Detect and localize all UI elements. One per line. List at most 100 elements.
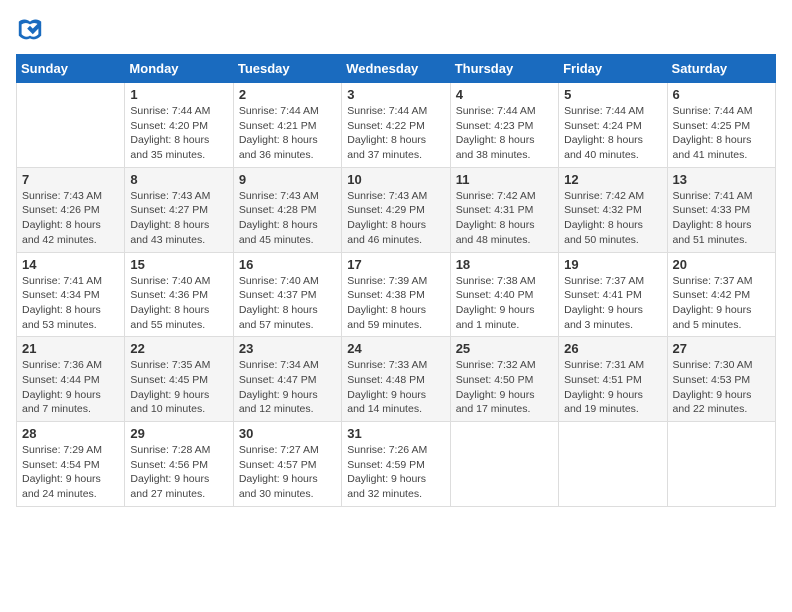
cell-content: Sunrise: 7:40 AMSunset: 4:37 PMDaylight:… bbox=[239, 274, 336, 333]
calendar-cell: 5Sunrise: 7:44 AMSunset: 4:24 PMDaylight… bbox=[559, 83, 667, 168]
calendar-cell bbox=[17, 83, 125, 168]
cell-content: Sunrise: 7:27 AMSunset: 4:57 PMDaylight:… bbox=[239, 443, 336, 502]
weekday-header-tuesday: Tuesday bbox=[233, 55, 341, 83]
day-number: 24 bbox=[347, 341, 444, 356]
day-number: 3 bbox=[347, 87, 444, 102]
cell-content: Sunrise: 7:43 AMSunset: 4:27 PMDaylight:… bbox=[130, 189, 227, 248]
calendar-cell: 27 Sunrise: 7:30 AMSunset: 4:53 PMDayligh… bbox=[667, 337, 775, 422]
day-number: 10 bbox=[347, 172, 444, 187]
day-number: 27 bbox=[673, 341, 770, 356]
calendar-cell: 12 Sunrise: 7:42 AMSunset: 4:32 PMDayligh… bbox=[559, 167, 667, 252]
calendar-cell: 1 Sunrise: 7:44 AMSunset: 4:20 PMDaylight… bbox=[125, 83, 233, 168]
day-number: 16 bbox=[239, 257, 336, 272]
day-number: 30 bbox=[239, 426, 336, 441]
calendar-cell: 19 Sunrise: 7:37 AMSunset: 4:41 PMDayligh… bbox=[559, 252, 667, 337]
day-number: 2 bbox=[239, 87, 336, 102]
calendar-cell: 10 Sunrise: 7:43 AMSunset: 4:29 PMDayligh… bbox=[342, 167, 450, 252]
cell-content: Sunrise: 7:31 AMSunset: 4:51 PMDaylight:… bbox=[564, 358, 661, 417]
calendar-cell: 28 Sunrise: 7:29 AMSunset: 4:54 PMDayligh… bbox=[17, 422, 125, 507]
week-row-1: 1 Sunrise: 7:44 AMSunset: 4:20 PMDaylight… bbox=[17, 83, 776, 168]
calendar-cell: 2 Sunrise: 7:44 AMSunset: 4:21 PMDaylight… bbox=[233, 83, 341, 168]
cell-content: Sunrise: 7:41 AMSunset: 4:34 PMDaylight:… bbox=[22, 274, 119, 333]
cell-content: Sunrise: 7:43 AMSunset: 4:28 PMDaylight:… bbox=[239, 189, 336, 248]
weekday-header-sunday: Sunday bbox=[17, 55, 125, 83]
weekday-header-friday: Friday bbox=[559, 55, 667, 83]
cell-content: Sunrise: 7:32 AMSunset: 4:50 PMDaylight:… bbox=[456, 358, 553, 417]
day-number: 11 bbox=[456, 172, 553, 187]
cell-content: Sunrise: 7:44 AMSunset: 4:21 PMDaylight:… bbox=[239, 104, 336, 163]
cell-content: Sunrise: 7:30 AMSunset: 4:53 PMDaylight:… bbox=[673, 358, 770, 417]
cell-content: Sunrise: 7:44 AMSunset: 4:24 PMDaylight:… bbox=[564, 104, 661, 163]
calendar: SundayMondayTuesdayWednesdayThursdayFrid… bbox=[16, 54, 776, 507]
cell-content: Sunrise: 7:35 AMSunset: 4:45 PMDaylight:… bbox=[130, 358, 227, 417]
day-number: 20 bbox=[673, 257, 770, 272]
calendar-cell: 22 Sunrise: 7:35 AMSunset: 4:45 PMDayligh… bbox=[125, 337, 233, 422]
logo-icon bbox=[16, 16, 44, 44]
cell-content: Sunrise: 7:43 AMSunset: 4:26 PMDaylight:… bbox=[22, 189, 119, 248]
cell-content: Sunrise: 7:44 AMSunset: 4:20 PMDaylight:… bbox=[130, 104, 227, 163]
day-number: 28 bbox=[22, 426, 119, 441]
logo bbox=[16, 16, 48, 44]
cell-content: Sunrise: 7:33 AMSunset: 4:48 PMDaylight:… bbox=[347, 358, 444, 417]
weekday-header-thursday: Thursday bbox=[450, 55, 558, 83]
week-row-2: 7 Sunrise: 7:43 AMSunset: 4:26 PMDaylight… bbox=[17, 167, 776, 252]
calendar-cell bbox=[667, 422, 775, 507]
cell-content: Sunrise: 7:29 AMSunset: 4:54 PMDaylight:… bbox=[22, 443, 119, 502]
weekday-header-wednesday: Wednesday bbox=[342, 55, 450, 83]
day-number: 29 bbox=[130, 426, 227, 441]
calendar-cell: 6Sunrise: 7:44 AMSunset: 4:25 PMDaylight… bbox=[667, 83, 775, 168]
calendar-cell: 3 Sunrise: 7:44 AMSunset: 4:22 PMDaylight… bbox=[342, 83, 450, 168]
cell-content: Sunrise: 7:43 AMSunset: 4:29 PMDaylight:… bbox=[347, 189, 444, 248]
week-row-3: 14 Sunrise: 7:41 AMSunset: 4:34 PMDayligh… bbox=[17, 252, 776, 337]
day-number: 22 bbox=[130, 341, 227, 356]
day-number: 17 bbox=[347, 257, 444, 272]
cell-content: Sunrise: 7:44 AMSunset: 4:23 PMDaylight:… bbox=[456, 104, 553, 163]
calendar-cell: 23Sunrise: 7:34 AMSunset: 4:47 PMDayligh… bbox=[233, 337, 341, 422]
cell-content: Sunrise: 7:26 AMSunset: 4:59 PMDaylight:… bbox=[347, 443, 444, 502]
calendar-cell: 9 Sunrise: 7:43 AMSunset: 4:28 PMDaylight… bbox=[233, 167, 341, 252]
day-number: 18 bbox=[456, 257, 553, 272]
calendar-cell: 29 Sunrise: 7:28 AMSunset: 4:56 PMDayligh… bbox=[125, 422, 233, 507]
day-number: 8 bbox=[130, 172, 227, 187]
cell-content: Sunrise: 7:38 AMSunset: 4:40 PMDaylight:… bbox=[456, 274, 553, 333]
week-row-4: 21 Sunrise: 7:36 AMSunset: 4:44 PMDayligh… bbox=[17, 337, 776, 422]
day-number: 26 bbox=[564, 341, 661, 356]
weekday-header-row: SundayMondayTuesdayWednesdayThursdayFrid… bbox=[17, 55, 776, 83]
day-number: 25 bbox=[456, 341, 553, 356]
calendar-cell: 21 Sunrise: 7:36 AMSunset: 4:44 PMDayligh… bbox=[17, 337, 125, 422]
day-number: 14 bbox=[22, 257, 119, 272]
calendar-cell: 8 Sunrise: 7:43 AMSunset: 4:27 PMDaylight… bbox=[125, 167, 233, 252]
weekday-header-monday: Monday bbox=[125, 55, 233, 83]
day-number: 9 bbox=[239, 172, 336, 187]
calendar-cell: 4Sunrise: 7:44 AMSunset: 4:23 PMDaylight… bbox=[450, 83, 558, 168]
day-number: 23 bbox=[239, 341, 336, 356]
day-number: 31 bbox=[347, 426, 444, 441]
week-row-5: 28 Sunrise: 7:29 AMSunset: 4:54 PMDayligh… bbox=[17, 422, 776, 507]
cell-content: Sunrise: 7:36 AMSunset: 4:44 PMDaylight:… bbox=[22, 358, 119, 417]
cell-content: Sunrise: 7:37 AMSunset: 4:41 PMDaylight:… bbox=[564, 274, 661, 333]
day-number: 7 bbox=[22, 172, 119, 187]
calendar-cell: 20 Sunrise: 7:37 AMSunset: 4:42 PMDayligh… bbox=[667, 252, 775, 337]
cell-content: Sunrise: 7:44 AMSunset: 4:22 PMDaylight:… bbox=[347, 104, 444, 163]
calendar-cell: 30 Sunrise: 7:27 AMSunset: 4:57 PMDayligh… bbox=[233, 422, 341, 507]
day-number: 1 bbox=[130, 87, 227, 102]
cell-content: Sunrise: 7:40 AMSunset: 4:36 PMDaylight:… bbox=[130, 274, 227, 333]
calendar-cell: 26 Sunrise: 7:31 AMSunset: 4:51 PMDayligh… bbox=[559, 337, 667, 422]
day-number: 12 bbox=[564, 172, 661, 187]
cell-content: Sunrise: 7:37 AMSunset: 4:42 PMDaylight:… bbox=[673, 274, 770, 333]
day-number: 19 bbox=[564, 257, 661, 272]
calendar-cell: 13Sunrise: 7:41 AMSunset: 4:33 PMDayligh… bbox=[667, 167, 775, 252]
cell-content: Sunrise: 7:42 AMSunset: 4:32 PMDaylight:… bbox=[564, 189, 661, 248]
calendar-cell bbox=[450, 422, 558, 507]
day-number: 13 bbox=[673, 172, 770, 187]
calendar-cell: 17 Sunrise: 7:39 AMSunset: 4:38 PMDayligh… bbox=[342, 252, 450, 337]
weekday-header-saturday: Saturday bbox=[667, 55, 775, 83]
calendar-cell: 25 Sunrise: 7:32 AMSunset: 4:50 PMDayligh… bbox=[450, 337, 558, 422]
day-number: 6 bbox=[673, 87, 770, 102]
calendar-cell: 18 Sunrise: 7:38 AMSunset: 4:40 PMDayligh… bbox=[450, 252, 558, 337]
cell-content: Sunrise: 7:28 AMSunset: 4:56 PMDaylight:… bbox=[130, 443, 227, 502]
day-number: 21 bbox=[22, 341, 119, 356]
day-number: 15 bbox=[130, 257, 227, 272]
calendar-cell: 31 Sunrise: 7:26 AMSunset: 4:59 PMDayligh… bbox=[342, 422, 450, 507]
cell-content: Sunrise: 7:39 AMSunset: 4:38 PMDaylight:… bbox=[347, 274, 444, 333]
